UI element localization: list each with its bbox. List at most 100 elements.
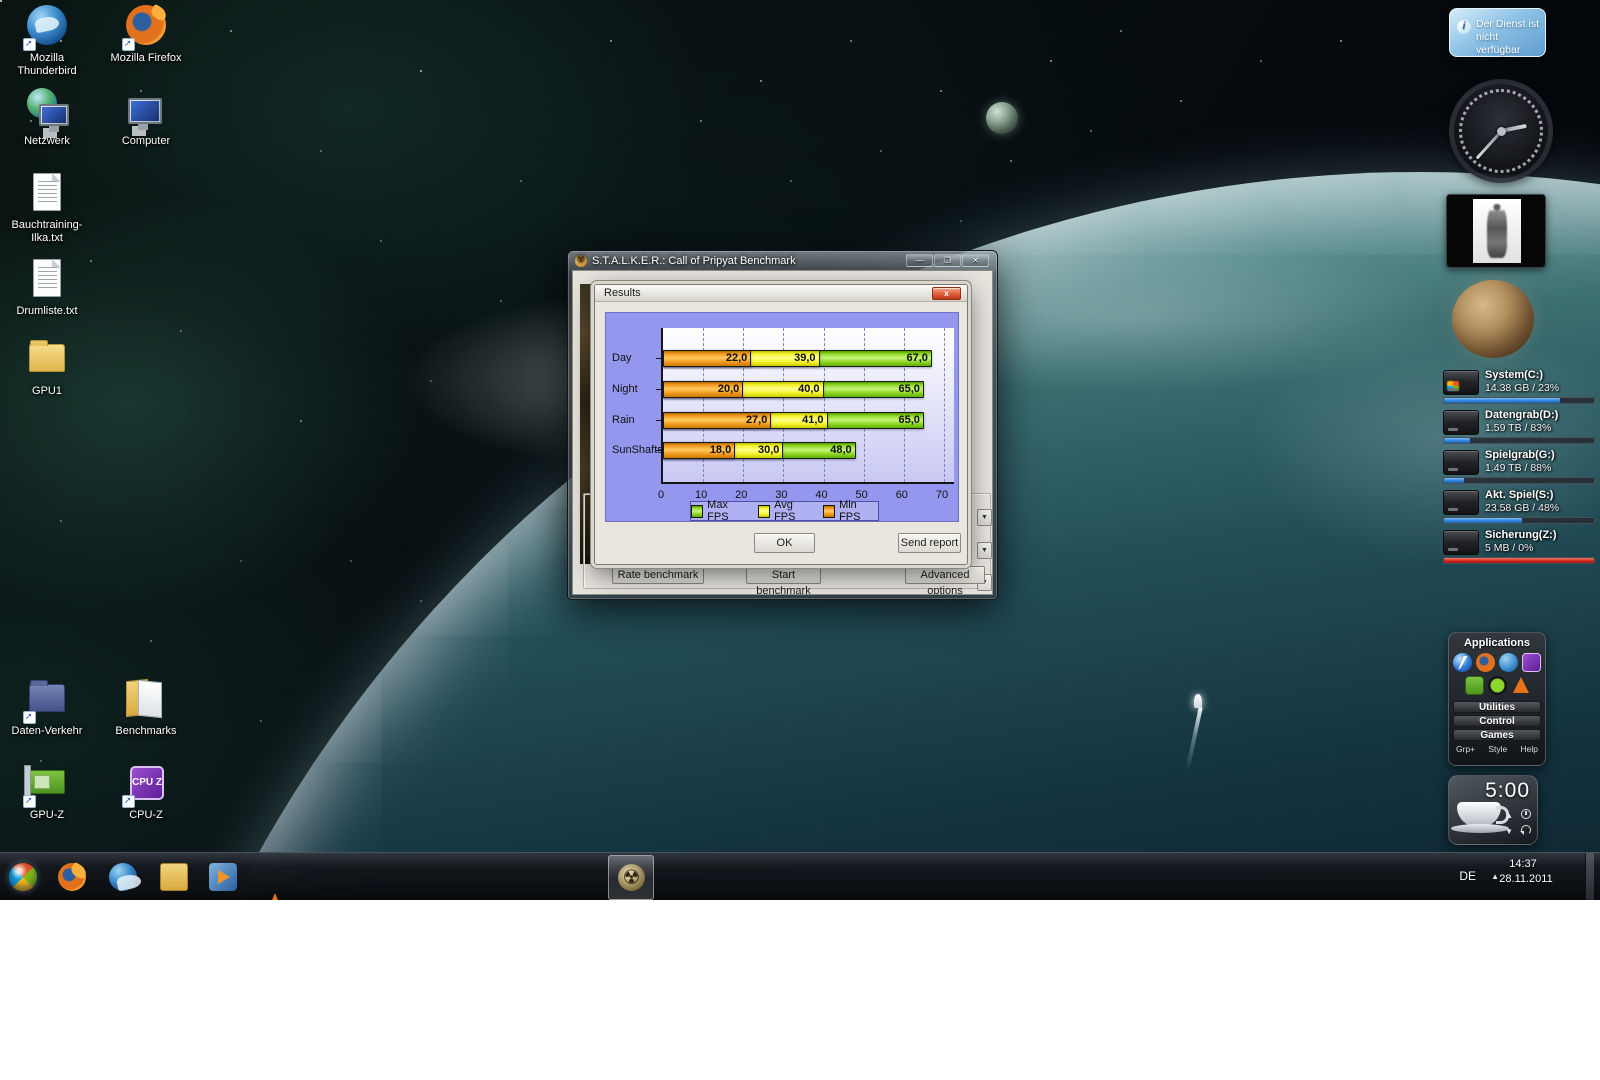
desktop-icon-thunderbird[interactable]: Mozilla Thunderbird <box>7 3 87 78</box>
drive-meter-sicherungz[interactable]: Sicherung(Z:) 5 MB / 0% <box>1441 528 1599 568</box>
results-dialog: Results x Day Night Rain SunShafts 67,0 39,0… <box>594 284 968 565</box>
dock-section-games[interactable]: Games <box>1453 729 1541 741</box>
timer-clock-icon[interactable] <box>1521 809 1531 819</box>
daemon-tools-icon[interactable] <box>1453 653 1472 672</box>
drive-usage-fill <box>1444 398 1560 403</box>
dock-help-button[interactable]: Help <box>1521 744 1538 754</box>
hdd-icon <box>1443 530 1479 555</box>
chart-bar-value: 41,0 <box>802 413 824 426</box>
dock-style-button[interactable]: Style <box>1488 744 1507 754</box>
dialog-close-button[interactable]: x <box>932 287 961 300</box>
tray-clock-date[interactable]: 28.11.2011 <box>1488 873 1564 885</box>
service-notification-bubble[interactable]: i Der Dienst ist nicht verfügbar <box>1449 8 1546 57</box>
gpu-z-icon[interactable] <box>1464 676 1484 695</box>
chart-bar-value: 39,0 <box>794 352 816 364</box>
language-indicator[interactable]: DE <box>1459 869 1476 883</box>
dock-section-utilities[interactable]: Utilities <box>1453 701 1541 713</box>
drive-name: Sicherung(Z:) <box>1485 529 1557 541</box>
text-file-icon <box>25 258 69 302</box>
rate-benchmark-button[interactable]: Rate benchmark <box>612 566 704 584</box>
dock-grp-button[interactable]: Grp+ <box>1456 744 1475 754</box>
desktop-icon-gpu-z[interactable]: GPU-Z <box>7 762 87 822</box>
thunderbird-icon <box>23 5 69 51</box>
applications-dock-gadget[interactable]: Applications Utilities Control Games Grp… <box>1448 632 1546 766</box>
dock-section-control[interactable]: Control <box>1453 715 1541 727</box>
shortcut-arrow-icon <box>122 38 135 51</box>
window-title: S.T.A.L.K.E.R.: Call of Pripyat Benchmar… <box>592 254 796 267</box>
desktop-icon-daten-verkehr[interactable]: Daten-Verkehr <box>7 678 87 738</box>
show-desktop-button[interactable] <box>1585 853 1594 900</box>
cpu-z-icon[interactable] <box>1522 653 1541 672</box>
desktop-icon-gpu1[interactable]: GPU1 <box>7 338 87 398</box>
close-button[interactable]: ✕ <box>962 254 989 267</box>
vlc-icon[interactable] <box>1511 676 1530 695</box>
desktop-icon-cpu-z[interactable]: CPU Z CPU-Z <box>106 762 186 822</box>
drive-usage-bar <box>1443 477 1595 484</box>
benchmark-titlebar[interactable]: S.T.A.L.K.E.R.: Call of Pripyat Benchmar… <box>568 251 997 270</box>
drive-meter-aktspiels[interactable]: Akt. Spiel(S:) 23.58 GB / 48% <box>1441 488 1599 528</box>
tray-clock-time[interactable]: 14:37 <box>1488 858 1558 870</box>
taskbar-media-player-icon[interactable] <box>209 863 237 891</box>
minimize-button[interactable]: — <box>906 254 933 267</box>
results-dialog-titlebar[interactable]: Results <box>595 285 967 302</box>
chart-bar-value: 65,0 <box>898 382 920 395</box>
dialog-title: Results <box>604 287 641 299</box>
photo-frame-gadget[interactable] <box>1446 194 1546 268</box>
stalker-benchmark-icon <box>618 864 645 892</box>
firefox-icon[interactable] <box>1476 653 1495 672</box>
taskbar-explorer-icon[interactable] <box>160 863 188 891</box>
legend-item: Min FPS <box>822 499 878 523</box>
drive-name: System(C:) <box>1485 369 1544 381</box>
start-button[interactable] <box>8 862 38 892</box>
chart-bar-value: 40,0 <box>798 382 820 395</box>
drive-usage-bar <box>1443 557 1595 564</box>
send-report-button[interactable]: Send report <box>898 533 961 553</box>
drive-detail: 1.49 TB / 88% <box>1485 462 1552 474</box>
taskbar-firefox-icon[interactable] <box>58 863 86 891</box>
desktop-icon-firefox[interactable]: Mozilla Firefox <box>106 3 186 65</box>
thunderbird-icon[interactable] <box>1499 653 1518 672</box>
chart-category-label: Night <box>606 381 661 398</box>
chart-legend: Max FPS Avg FPS Min FPS <box>690 499 879 523</box>
folder-blue-icon <box>23 678 69 724</box>
drive-name: Akt. Spiel(S:) <box>1485 489 1554 501</box>
ok-button[interactable]: OK <box>754 533 815 553</box>
taskbar-vlc-icon[interactable] <box>261 891 289 900</box>
drive-meter-systemc[interactable]: System(C:) 14.38 GB / 23% <box>1441 368 1599 408</box>
desktop-icon-computer[interactable]: Computer <box>106 88 186 148</box>
advanced-options-button[interactable]: Advanced options <box>905 566 985 594</box>
combo-dropdown-icon[interactable]: ▼ <box>977 509 992 526</box>
dock-title: Applications <box>1463 637 1530 649</box>
chart-x-tick: 70 <box>935 489 949 501</box>
coffee-timer-gadget[interactable]: 5:00 ▲ ▼ <box>1448 775 1538 845</box>
chart-bar-value: 22,0 <box>725 352 748 364</box>
chart-category-label: SunShafts <box>606 442 663 459</box>
timer-up-button[interactable]: ▲ <box>1505 811 1513 820</box>
desktop-icon-bauchtraining[interactable]: Bauchtraining-Ilka.txt <box>7 172 87 245</box>
taskbar-thunderbird-icon[interactable] <box>109 863 137 891</box>
clock-gadget[interactable] <box>1447 77 1555 185</box>
desktop-icon-netzwerk[interactable]: Netzwerk <box>7 88 87 148</box>
maximize-button[interactable]: ❐ <box>934 254 961 267</box>
hdd-icon <box>1443 370 1479 395</box>
drive-usage-fill <box>1444 518 1522 523</box>
timer-down-button[interactable]: ▼ <box>1505 827 1513 836</box>
drive-meter-spielgrabg[interactable]: Spielgrab(G:) 1.49 TB / 88% <box>1441 448 1599 488</box>
legend-item: Max FPS <box>691 499 749 523</box>
drive-meter-datengrabd[interactable]: Datengrab(D:) 1.59 TB / 83% <box>1441 408 1599 448</box>
legend-label: Min FPS <box>839 499 861 523</box>
shortcut-arrow-icon <box>23 38 36 51</box>
legend-label: Max FPS <box>707 499 729 523</box>
combo-dropdown-icon[interactable]: ▼ <box>977 542 992 559</box>
timer-repeat-icon[interactable] <box>1520 825 1531 835</box>
nvidia-icon[interactable] <box>1487 676 1507 695</box>
desktop-icon-benchmarks[interactable]: Benchmarks <box>106 678 186 738</box>
chart-category-label: Rain <box>606 412 661 429</box>
desktop-icon-drumliste[interactable]: Drumliste.txt <box>7 258 87 318</box>
folder-open-icon <box>124 678 168 722</box>
taskbar: DE ▲ 14:37 28.11.2011 <box>0 852 1600 900</box>
taskbar-active-stalker-button[interactable] <box>608 855 654 900</box>
start-benchmark-button[interactable]: Start benchmark <box>746 566 821 594</box>
drive-usage-bar <box>1443 517 1595 524</box>
chart-category-label: Day <box>606 350 661 367</box>
